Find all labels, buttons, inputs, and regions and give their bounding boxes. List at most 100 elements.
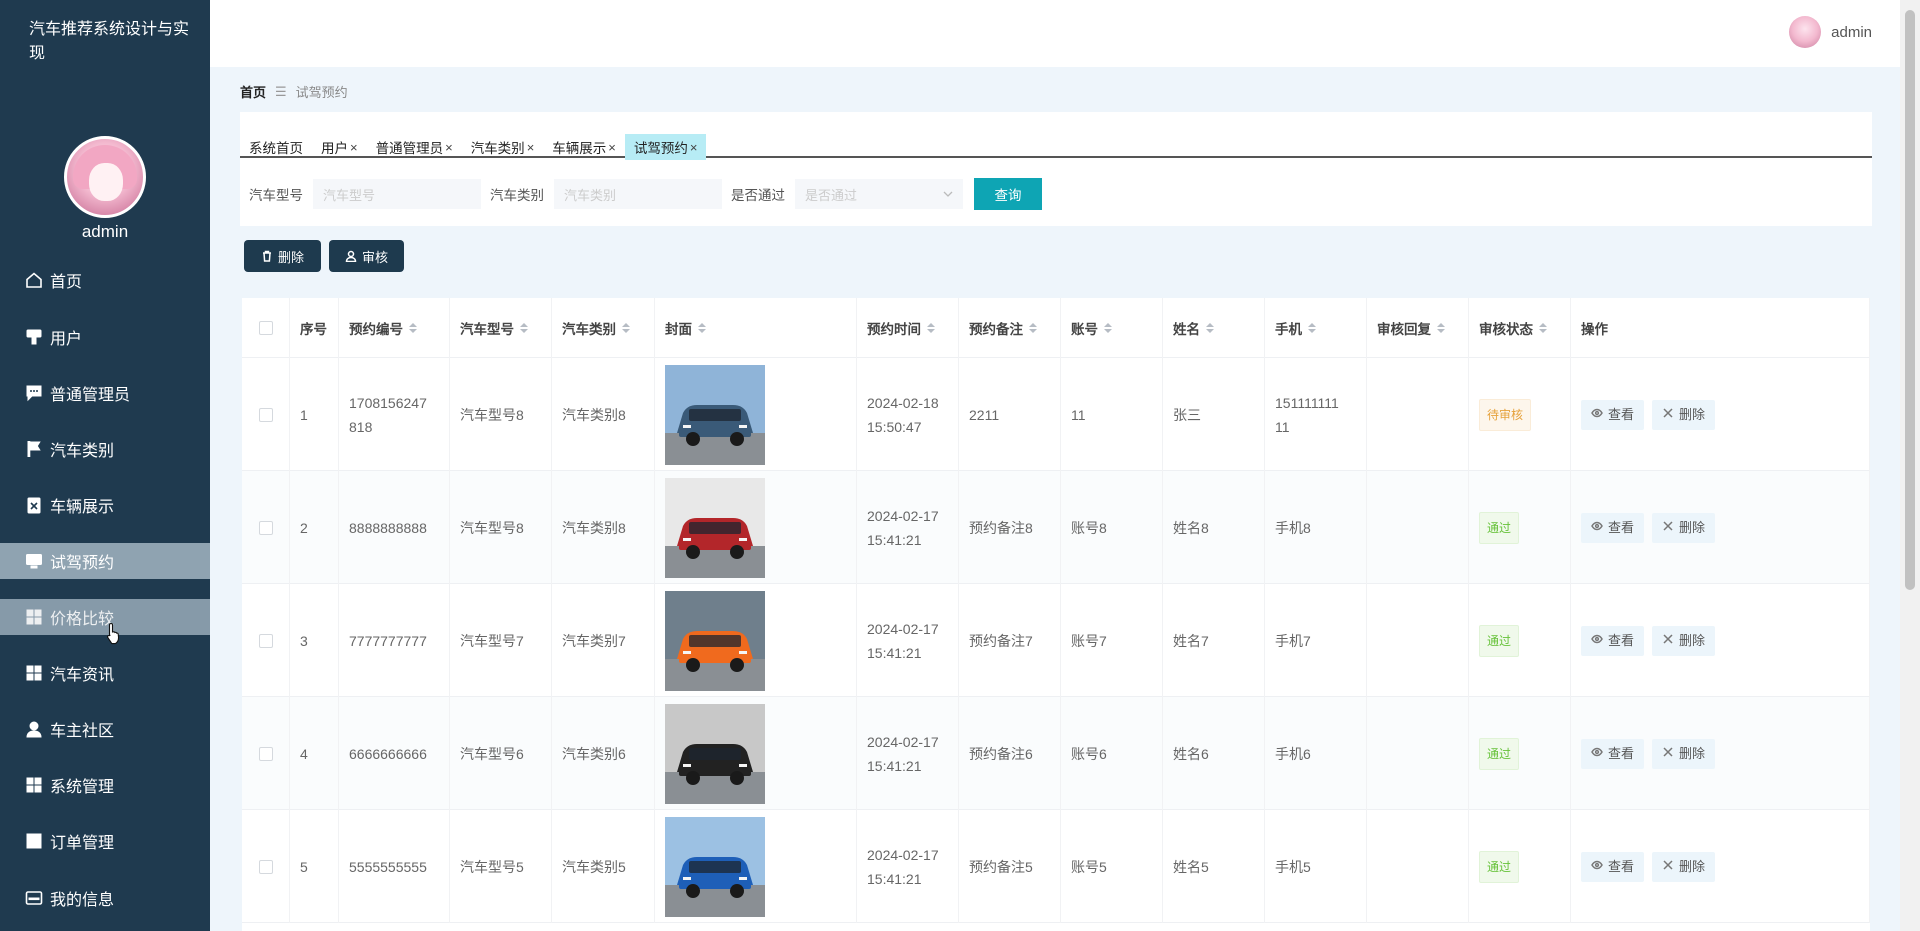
tab[interactable]: 系统首页 — [240, 134, 312, 160]
column-header[interactable]: 预约时间 — [857, 298, 959, 358]
sort-icon[interactable] — [927, 323, 935, 333]
row-select-cell[interactable] — [242, 358, 290, 471]
column-header[interactable]: 汽车型号 — [450, 298, 552, 358]
sort-icon[interactable] — [1437, 323, 1445, 333]
close-icon[interactable]: × — [350, 140, 358, 155]
row-delete-button[interactable]: 删除 — [1652, 512, 1716, 543]
model-input[interactable]: 汽车型号 — [313, 179, 481, 209]
column-header[interactable]: 预约备注 — [959, 298, 1061, 358]
close-icon[interactable]: × — [527, 140, 535, 155]
cover-image[interactable] — [665, 477, 765, 578]
sort-icon[interactable] — [1206, 323, 1214, 333]
row-delete-button[interactable]: 删除 — [1652, 399, 1716, 430]
sidebar-item[interactable]: 普通管理员 — [0, 375, 210, 411]
batch-delete-button[interactable]: 删除 — [244, 240, 321, 272]
sidebar-item[interactable]: 用户 — [0, 319, 210, 355]
sidebar-item[interactable]: 车主社区 — [0, 711, 210, 747]
column-header[interactable]: 账号 — [1061, 298, 1163, 358]
tab[interactable]: 普通管理员 × — [367, 134, 462, 160]
phone: 手机6 — [1275, 742, 1311, 766]
row-checkbox[interactable] — [258, 859, 273, 874]
sort-icon[interactable] — [698, 323, 706, 333]
customer-name: 张三 — [1173, 406, 1201, 423]
row-delete-button[interactable]: 删除 — [1652, 625, 1716, 656]
sort-icon[interactable] — [1308, 323, 1316, 333]
cover-image[interactable] — [665, 590, 765, 691]
tab[interactable]: 用户 × — [312, 134, 367, 160]
column-header[interactable]: 审核回复 — [1367, 298, 1469, 358]
row-select-cell[interactable] — [242, 697, 290, 810]
row-delete-button[interactable]: 删除 — [1652, 851, 1716, 882]
time-cell: 2024-02-17 15:41:21 — [857, 584, 959, 697]
column-header: 操作 — [1571, 298, 1870, 358]
tab[interactable]: 车辆展示 × — [543, 134, 625, 160]
passed-select[interactable]: 是否通过 — [795, 179, 963, 209]
breadcrumb-home[interactable]: 首页 — [240, 82, 266, 101]
category-input[interactable]: 汽车类别 — [554, 179, 722, 209]
sort-icon[interactable] — [409, 323, 417, 333]
row-checkbox[interactable] — [258, 746, 273, 761]
cover-image[interactable] — [665, 703, 765, 804]
column-header[interactable]: 手机 — [1265, 298, 1367, 358]
sidebar-item[interactable]: 我的信息 — [0, 880, 210, 916]
column-header-label: 操作 — [1581, 322, 1608, 337]
row-checkbox[interactable] — [258, 407, 273, 422]
sidebar-item[interactable]: 价格比较 — [0, 599, 210, 635]
row-select-cell[interactable] — [242, 810, 290, 923]
code-cell: 5555555555 — [339, 810, 450, 923]
page-scrollbar[interactable] — [1900, 0, 1920, 931]
view-button[interactable]: 查看 — [1581, 851, 1645, 882]
row-checkbox[interactable] — [258, 633, 273, 648]
column-header[interactable]: 预约编号 — [339, 298, 450, 358]
phone-cell: 151111111 11 — [1265, 358, 1367, 471]
sidebar-item[interactable]: 系统管理 — [0, 767, 210, 803]
sort-icon[interactable] — [622, 323, 630, 333]
sidebar-item[interactable]: 汽车类别 — [0, 431, 210, 467]
booking-date: 2024-02-17 — [867, 846, 939, 863]
view-button[interactable]: 查看 — [1581, 512, 1645, 543]
sidebar-avatar[interactable] — [64, 136, 146, 218]
column-header[interactable]: 汽车类别 — [552, 298, 655, 358]
sort-icon[interactable] — [520, 323, 528, 333]
column-header[interactable]: 姓名 — [1163, 298, 1265, 358]
scrollbar-thumb[interactable] — [1905, 10, 1915, 590]
view-button[interactable]: 查看 — [1581, 399, 1645, 430]
row-delete-button[interactable]: 删除 — [1652, 738, 1716, 769]
sidebar-item[interactable]: 首页 — [0, 262, 210, 298]
user-menu[interactable]: admin — [1789, 16, 1872, 48]
row-index: 4 — [300, 745, 308, 762]
select-all-cell[interactable] — [242, 298, 290, 358]
account-cell: 11 — [1061, 358, 1163, 471]
sidebar-item[interactable]: 试驾预约 — [0, 543, 210, 579]
close-icon[interactable]: × — [690, 140, 698, 155]
sidebar-item-label: 价格比较 — [50, 611, 115, 628]
sort-icon[interactable] — [1104, 323, 1112, 333]
query-button[interactable]: 查询 — [974, 178, 1042, 210]
column-header[interactable]: 审核状态 — [1469, 298, 1571, 358]
row-select-cell[interactable] — [242, 584, 290, 697]
sort-icon[interactable] — [1029, 323, 1037, 333]
review-button[interactable]: 审核 — [329, 240, 404, 272]
view-button[interactable]: 查看 — [1581, 625, 1645, 656]
model-cell: 汽车型号8 — [450, 358, 552, 471]
view-button[interactable]: 查看 — [1581, 738, 1645, 769]
cover-image[interactable] — [665, 364, 765, 465]
header-avatar[interactable] — [1789, 16, 1822, 48]
sidebar-item[interactable]: 车辆展示 — [0, 487, 210, 523]
header-user-name[interactable]: admin — [1831, 24, 1872, 41]
row-checkbox[interactable] — [258, 520, 273, 535]
sidebar-item[interactable]: 汽车资讯 — [0, 655, 210, 691]
row-select-cell[interactable] — [242, 471, 290, 584]
category-label: 汽车类别 — [490, 188, 544, 203]
name-cell: 姓名8 — [1163, 471, 1265, 584]
close-icon[interactable]: × — [445, 140, 453, 155]
column-header[interactable]: 封面 — [655, 298, 857, 358]
cover-image[interactable] — [665, 816, 765, 917]
select-all-checkbox[interactable] — [258, 321, 273, 335]
sort-icon[interactable] — [1539, 323, 1547, 333]
tab[interactable]: 试驾预约 × — [624, 134, 707, 160]
sidebar-item[interactable]: 订单管理 — [0, 823, 210, 859]
close-icon[interactable]: × — [608, 140, 616, 155]
actions-cell: 查看 删除 — [1571, 584, 1870, 697]
tab[interactable]: 汽车类别 × — [462, 134, 544, 160]
